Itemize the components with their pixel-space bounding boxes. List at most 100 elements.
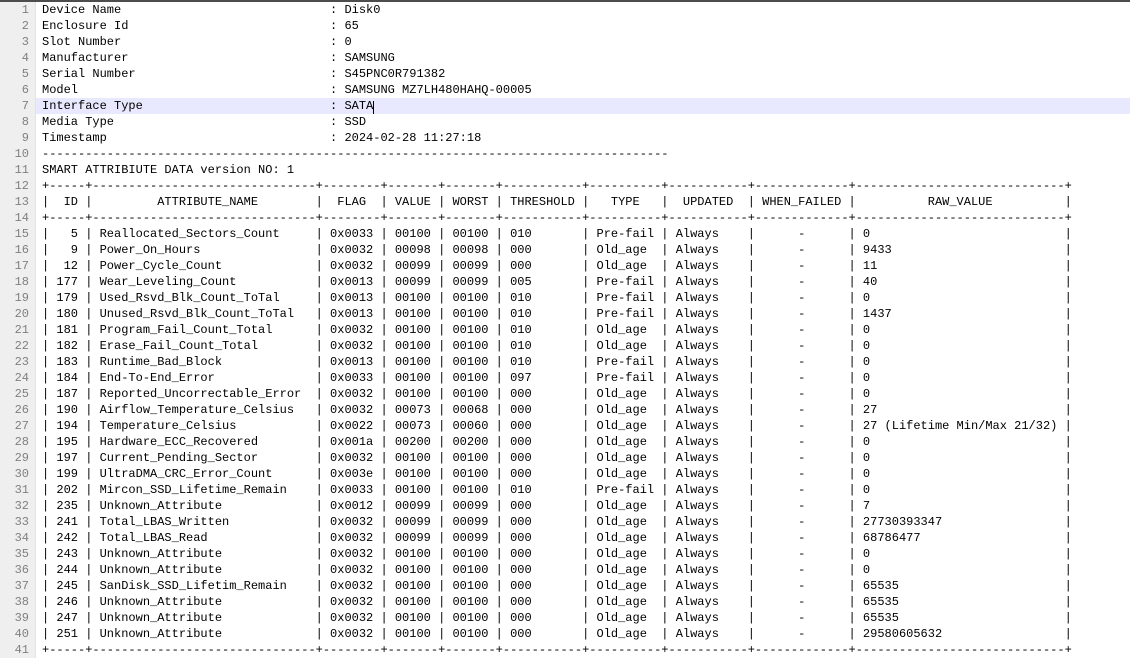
line-number[interactable]: 10 (0, 146, 36, 162)
line-text[interactable]: | 241 | Total_LBAS_Written | 0x0032 | 00… (36, 514, 1130, 530)
line-number[interactable]: 8 (0, 114, 36, 130)
line-number[interactable]: 32 (0, 498, 36, 514)
line-text[interactable]: Enclosure Id : 65 (36, 18, 1130, 34)
line-number[interactable]: 18 (0, 274, 36, 290)
line-number[interactable]: 14 (0, 210, 36, 226)
line-text[interactable]: | 5 | Reallocated_Sectors_Count | 0x0033… (36, 226, 1130, 242)
text-caret (373, 101, 374, 114)
line-text[interactable]: +-----+-------------------------------+-… (36, 178, 1130, 194)
line-number[interactable]: 26 (0, 402, 36, 418)
line-number[interactable]: 25 (0, 386, 36, 402)
line-text[interactable]: Media Type : SSD (36, 114, 1130, 130)
line-number[interactable]: 7 (0, 98, 36, 114)
line-number[interactable]: 35 (0, 546, 36, 562)
editor-line-10: 10--------------------------------------… (0, 146, 1130, 162)
line-number[interactable]: 12 (0, 178, 36, 194)
line-text[interactable]: | 181 | Program_Fail_Count_Total | 0x003… (36, 322, 1130, 338)
line-number[interactable]: 13 (0, 194, 36, 210)
line-number[interactable]: 23 (0, 354, 36, 370)
line-number[interactable]: 17 (0, 258, 36, 274)
line-text[interactable]: | 9 | Power_On_Hours | 0x0032 | 00098 | … (36, 242, 1130, 258)
editor-line-25: 25| 187 | Reported_Uncorrectable_Error |… (0, 386, 1130, 402)
editor-line-6: 6Model : SAMSUNG MZ7LH480HAHQ-00005 (0, 82, 1130, 98)
line-text[interactable]: | 195 | Hardware_ECC_Recovered | 0x001a … (36, 434, 1130, 450)
line-text[interactable]: | 243 | Unknown_Attribute | 0x0032 | 001… (36, 546, 1130, 562)
editor-line-29: 29| 197 | Current_Pending_Sector | 0x003… (0, 450, 1130, 466)
editor-line-35: 35| 243 | Unknown_Attribute | 0x0032 | 0… (0, 546, 1130, 562)
line-number[interactable]: 22 (0, 338, 36, 354)
line-text[interactable]: Model : SAMSUNG MZ7LH480HAHQ-00005 (36, 82, 1130, 98)
line-text[interactable]: | 235 | Unknown_Attribute | 0x0012 | 000… (36, 498, 1130, 514)
line-text[interactable]: | 190 | Airflow_Temperature_Celsius | 0x… (36, 402, 1130, 418)
line-number[interactable]: 36 (0, 562, 36, 578)
line-text[interactable]: | 247 | Unknown_Attribute | 0x0032 | 001… (36, 610, 1130, 626)
editor-line-33: 33| 241 | Total_LBAS_Written | 0x0032 | … (0, 514, 1130, 530)
line-number[interactable]: 31 (0, 482, 36, 498)
editor-line-38: 38| 246 | Unknown_Attribute | 0x0032 | 0… (0, 594, 1130, 610)
editor-line-28: 28| 195 | Hardware_ECC_Recovered | 0x001… (0, 434, 1130, 450)
line-text[interactable]: Device Name : Disk0 (36, 2, 1130, 18)
line-number[interactable]: 9 (0, 130, 36, 146)
line-text[interactable]: | 202 | Mircon_SSD_Lifetime_Remain | 0x0… (36, 482, 1130, 498)
line-text[interactable]: | 242 | Total_LBAS_Read | 0x0032 | 00099… (36, 530, 1130, 546)
line-number[interactable]: 41 (0, 642, 36, 658)
line-text[interactable]: Timestamp : 2024-02-28 11:27:18 (36, 130, 1130, 146)
line-number[interactable]: 38 (0, 594, 36, 610)
line-number[interactable]: 34 (0, 530, 36, 546)
line-number[interactable]: 21 (0, 322, 36, 338)
editor-line-1: 1Device Name : Disk0 (0, 2, 1130, 18)
line-number[interactable]: 24 (0, 370, 36, 386)
line-text[interactable]: | 244 | Unknown_Attribute | 0x0032 | 001… (36, 562, 1130, 578)
line-number[interactable]: 1 (0, 2, 36, 18)
line-text[interactable]: Serial Number : S45PNC0R791382 (36, 66, 1130, 82)
line-text[interactable]: | 12 | Power_Cycle_Count | 0x0032 | 0009… (36, 258, 1130, 274)
line-text[interactable]: | 194 | Temperature_Celsius | 0x0022 | 0… (36, 418, 1130, 434)
editor-line-30: 30| 199 | UltraDMA_CRC_Error_Count | 0x0… (0, 466, 1130, 482)
line-text[interactable]: ----------------------------------------… (36, 146, 1130, 162)
editor-line-2: 2Enclosure Id : 65 (0, 18, 1130, 34)
line-number[interactable]: 19 (0, 290, 36, 306)
line-number[interactable]: 29 (0, 450, 36, 466)
line-number[interactable]: 40 (0, 626, 36, 642)
line-number[interactable]: 39 (0, 610, 36, 626)
line-text[interactable]: | 197 | Current_Pending_Sector | 0x0032 … (36, 450, 1130, 466)
line-text[interactable]: | 177 | Wear_Leveling_Count | 0x0013 | 0… (36, 274, 1130, 290)
line-number[interactable]: 30 (0, 466, 36, 482)
line-number[interactable]: 15 (0, 226, 36, 242)
line-text[interactable]: | 246 | Unknown_Attribute | 0x0032 | 001… (36, 594, 1130, 610)
line-number[interactable]: 20 (0, 306, 36, 322)
line-number[interactable]: 6 (0, 82, 36, 98)
line-text[interactable]: | 180 | Unused_Rsvd_Blk_Count_ToTal | 0x… (36, 306, 1130, 322)
line-text[interactable]: Manufacturer : SAMSUNG (36, 50, 1130, 66)
line-text[interactable]: Slot Number : 0 (36, 34, 1130, 50)
line-text[interactable]: | 251 | Unknown_Attribute | 0x0032 | 001… (36, 626, 1130, 642)
text-editor[interactable]: 1Device Name : Disk02Enclosure Id : 653S… (0, 2, 1130, 658)
line-text[interactable]: SMART ATTRIBIUTE DATA version NO: 1 (36, 162, 1130, 178)
line-number[interactable]: 4 (0, 50, 36, 66)
line-number[interactable]: 11 (0, 162, 36, 178)
line-number[interactable]: 3 (0, 34, 36, 50)
line-number[interactable]: 33 (0, 514, 36, 530)
line-text[interactable]: +-----+-------------------------------+-… (36, 642, 1130, 658)
line-number[interactable]: 16 (0, 242, 36, 258)
line-text[interactable]: | 183 | Runtime_Bad_Block | 0x0013 | 001… (36, 354, 1130, 370)
line-text[interactable]: | 182 | Erase_Fail_Count_Total | 0x0032 … (36, 338, 1130, 354)
line-number[interactable]: 27 (0, 418, 36, 434)
editor-line-34: 34| 242 | Total_LBAS_Read | 0x0032 | 000… (0, 530, 1130, 546)
line-number[interactable]: 2 (0, 18, 36, 34)
editor-line-39: 39| 247 | Unknown_Attribute | 0x0032 | 0… (0, 610, 1130, 626)
line-text[interactable]: +-----+-------------------------------+-… (36, 210, 1130, 226)
line-text[interactable]: | 179 | Used_Rsvd_Blk_Count_ToTal | 0x00… (36, 290, 1130, 306)
line-text[interactable]: | 245 | SanDisk_SSD_Lifetim_Remain | 0x0… (36, 578, 1130, 594)
line-text[interactable]: Interface Type : SATA (36, 98, 1130, 114)
line-number[interactable]: 28 (0, 434, 36, 450)
line-text[interactable]: | 199 | UltraDMA_CRC_Error_Count | 0x003… (36, 466, 1130, 482)
line-number[interactable]: 37 (0, 578, 36, 594)
editor-line-19: 19| 179 | Used_Rsvd_Blk_Count_ToTal | 0x… (0, 290, 1130, 306)
editor-line-12: 12+-----+-------------------------------… (0, 178, 1130, 194)
line-text[interactable]: | 184 | End-To-End_Error | 0x0033 | 0010… (36, 370, 1130, 386)
line-text[interactable]: | 187 | Reported_Uncorrectable_Error | 0… (36, 386, 1130, 402)
line-text[interactable]: | ID | ATTRIBUTE_NAME | FLAG | VALUE | W… (36, 194, 1130, 210)
editor-line-37: 37| 245 | SanDisk_SSD_Lifetim_Remain | 0… (0, 578, 1130, 594)
line-number[interactable]: 5 (0, 66, 36, 82)
